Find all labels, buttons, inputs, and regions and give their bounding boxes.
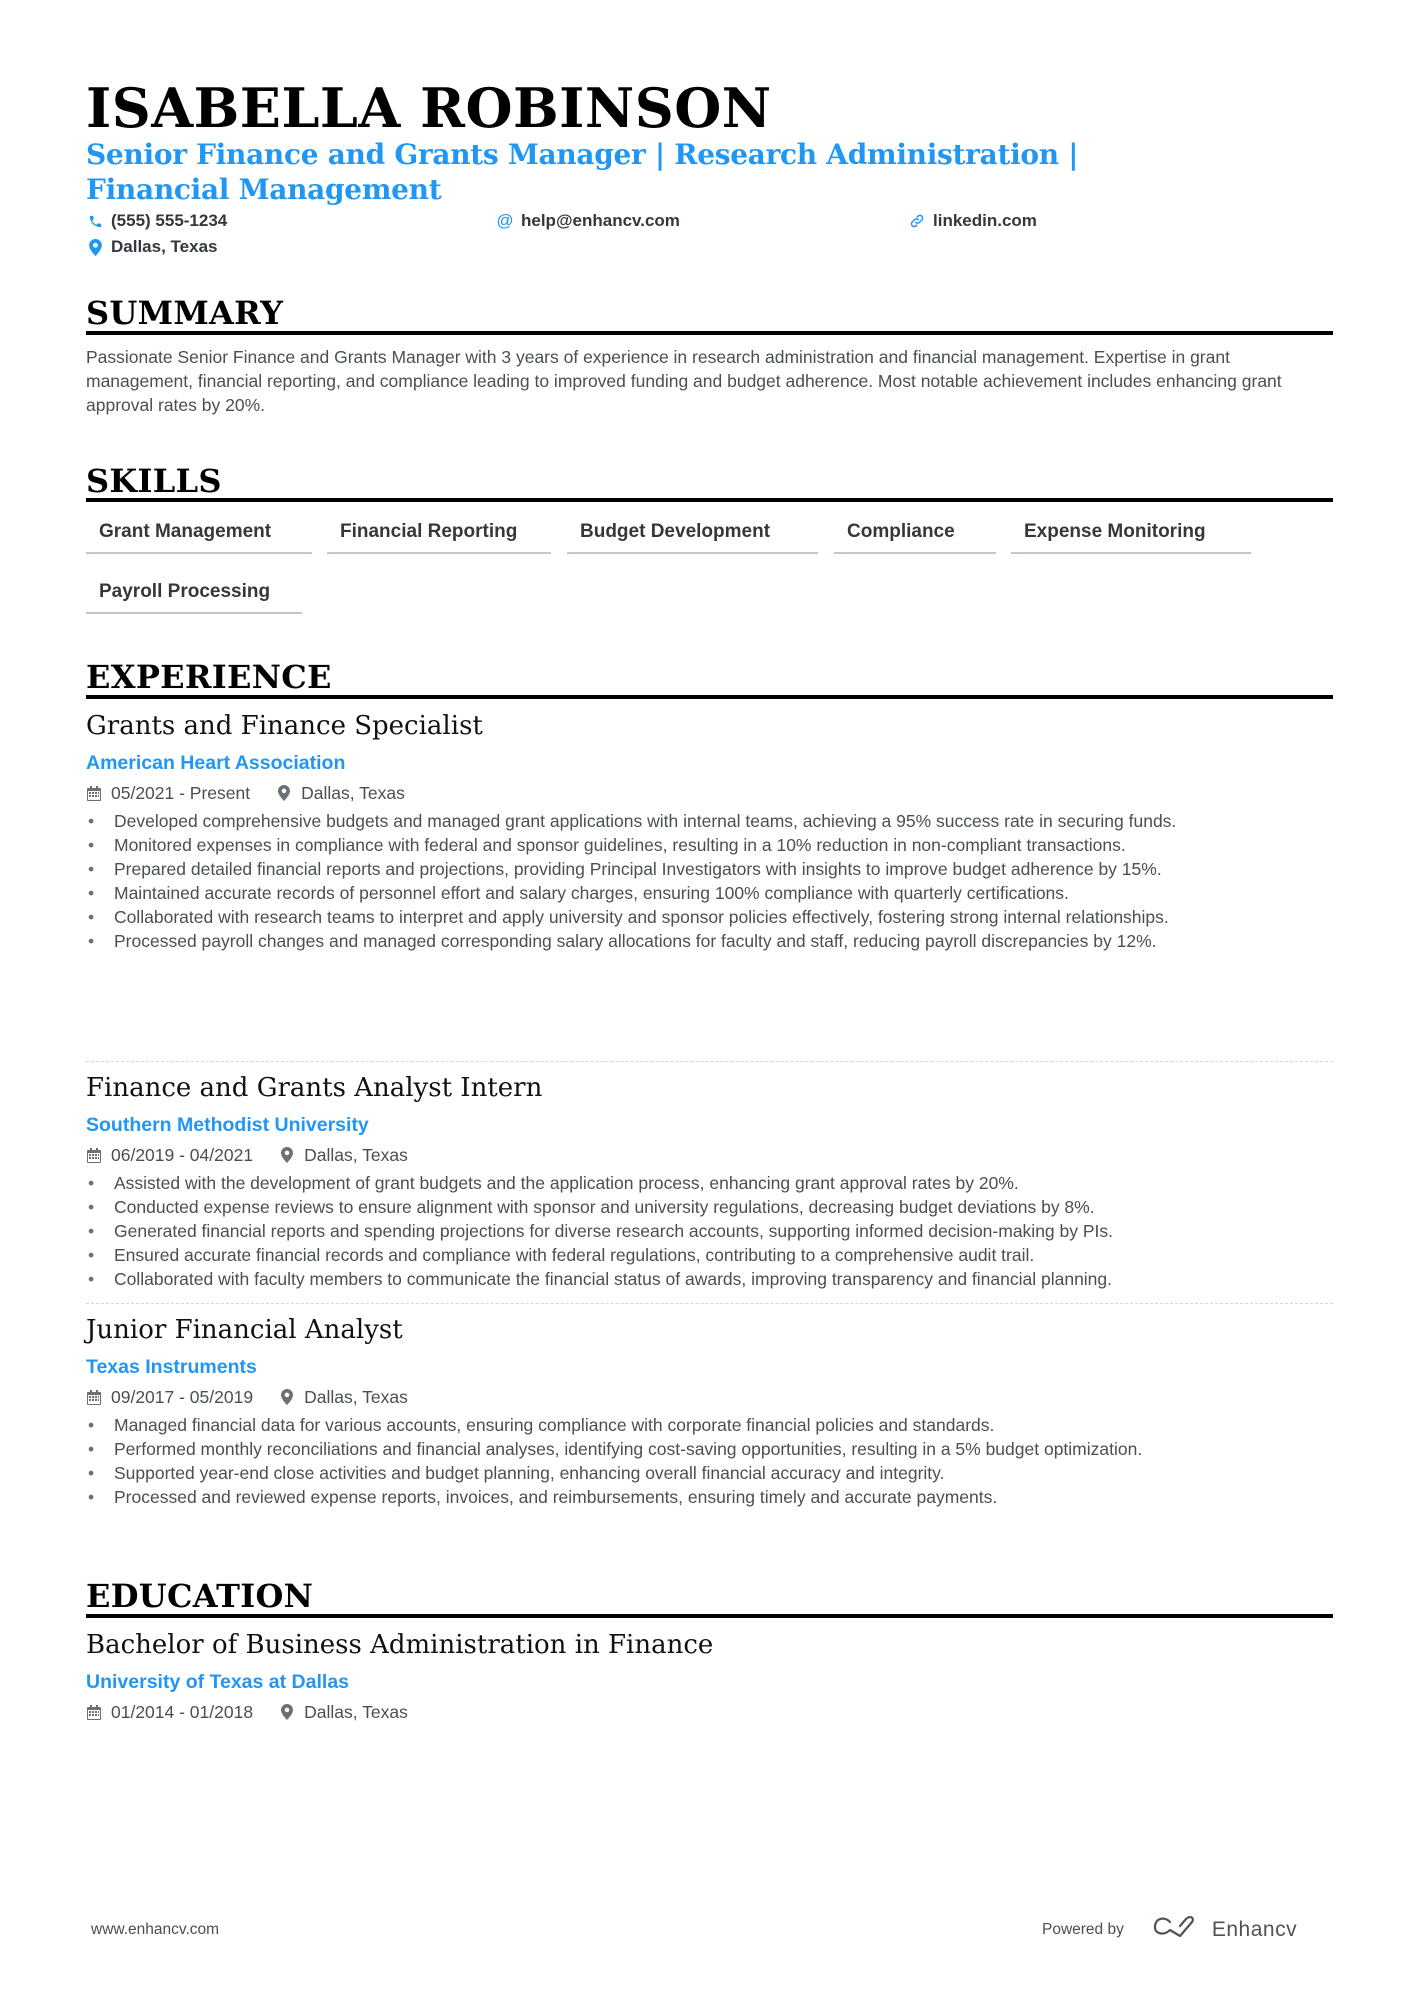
- job-meta: 06/2019 - 04/2021 Dallas, Texas: [86, 1143, 408, 1167]
- bullet-item: Processed and reviewed expense reports, …: [86, 1485, 1333, 1509]
- calendar-icon: [86, 1146, 102, 1164]
- candidate-name: ISABELLA ROBINSON: [86, 76, 772, 140]
- bullet-item: Ensured accurate financial records and c…: [86, 1243, 1333, 1267]
- summary-divider: [86, 331, 1333, 335]
- map-pin-icon: [279, 1388, 295, 1406]
- bullet-item: Performed monthly reconciliations and fi…: [86, 1437, 1333, 1461]
- email-text: help@enhancv.com: [521, 211, 680, 230]
- link-icon: [908, 212, 926, 230]
- enhancv-logo-icon: [1152, 1914, 1200, 1945]
- company-name[interactable]: American Heart Association: [86, 750, 345, 776]
- contact-linkedin[interactable]: linkedin.com: [908, 209, 1037, 233]
- location-text: Dallas, Texas: [111, 237, 218, 256]
- job-meta: 09/2017 - 05/2019 Dallas, Texas: [86, 1385, 408, 1409]
- candidate-headline: Senior Finance and Grants Manager | Rese…: [86, 138, 1079, 206]
- map-pin-icon: [279, 1703, 295, 1721]
- degree-title: Bachelor of Business Administration in F…: [86, 1630, 714, 1660]
- bullet-item: Prepared detailed financial reports and …: [86, 857, 1333, 881]
- entry-separator: [86, 1061, 1333, 1062]
- job-dates: 05/2021 - Present: [111, 783, 251, 803]
- bullet-item: Collaborated with faculty members to com…: [86, 1267, 1333, 1291]
- bullet-item: Managed financial data for various accou…: [86, 1413, 1333, 1437]
- bullet-item: Supported year-end close activities and …: [86, 1461, 1333, 1485]
- bullet-item: Developed comprehensive budgets and mana…: [86, 809, 1333, 833]
- footer-website[interactable]: www.enhancv.com: [91, 1921, 219, 1939]
- map-pin-icon: [276, 784, 292, 802]
- contact-location: Dallas, Texas: [86, 235, 217, 259]
- bullet-item: Generated financial reports and spending…: [86, 1219, 1333, 1243]
- experience-heading: EXPERIENCE: [86, 658, 332, 696]
- company-name[interactable]: Texas Instruments: [86, 1354, 257, 1380]
- skill-tag: Expense Monitoring: [1011, 515, 1251, 554]
- skill-tag: Budget Development: [567, 515, 818, 554]
- map-pin-icon: [86, 238, 104, 256]
- job-location: Dallas, Texas: [304, 1387, 408, 1407]
- skill-tag: Compliance: [834, 515, 996, 554]
- footer-branding[interactable]: Powered by Enhancv: [1042, 1914, 1297, 1945]
- entry-separator: [86, 1303, 1333, 1304]
- job-dates: 06/2019 - 04/2021: [111, 1145, 254, 1165]
- company-name[interactable]: Southern Methodist University: [86, 1112, 369, 1138]
- job-location: Dallas, Texas: [304, 1145, 408, 1165]
- job-meta: 05/2021 - Present Dallas, Texas: [86, 781, 405, 805]
- bullet-item: Collaborated with research teams to inte…: [86, 905, 1333, 929]
- bullet-item: Monitored expenses in compliance with fe…: [86, 833, 1333, 857]
- job-bullets: Assisted with the development of grant b…: [86, 1171, 1333, 1291]
- job-dates: 09/2017 - 05/2019: [111, 1387, 254, 1407]
- education-dates: 01/2014 - 01/2018: [111, 1702, 254, 1722]
- linkedin-text: linkedin.com: [933, 211, 1037, 230]
- job-title: Finance and Grants Analyst Intern: [86, 1073, 543, 1103]
- phone-text: (555) 555-1234: [111, 211, 228, 230]
- powered-by-label: Powered by: [1042, 1920, 1124, 1938]
- job-bullets: Developed comprehensive budgets and mana…: [86, 809, 1333, 953]
- phone-icon: [86, 212, 104, 230]
- school-name[interactable]: University of Texas at Dallas: [86, 1669, 349, 1695]
- job-title: Grants and Finance Specialist: [86, 711, 483, 741]
- education-divider: [86, 1614, 1333, 1618]
- calendar-icon: [86, 784, 102, 802]
- contact-phone[interactable]: (555) 555-1234: [86, 209, 227, 233]
- summary-heading: SUMMARY: [86, 294, 284, 332]
- skill-tag: Payroll Processing: [86, 575, 302, 614]
- at-icon: @: [496, 211, 514, 230]
- contact-email[interactable]: @ help@enhancv.com: [496, 209, 680, 233]
- education-location: Dallas, Texas: [304, 1702, 408, 1722]
- education-meta: 01/2014 - 01/2018 Dallas, Texas: [86, 1700, 408, 1724]
- summary-text: Passionate Senior Finance and Grants Man…: [86, 347, 1282, 415]
- skill-tag: Grant Management: [86, 515, 312, 554]
- bullet-item: Processed payroll changes and managed co…: [86, 929, 1333, 953]
- job-bullets: Managed financial data for various accou…: [86, 1413, 1333, 1509]
- bullet-item: Conducted expense reviews to ensure alig…: [86, 1195, 1333, 1219]
- calendar-icon: [86, 1388, 102, 1406]
- map-pin-icon: [279, 1146, 295, 1164]
- brand-name: Enhancv: [1211, 1917, 1298, 1941]
- job-location: Dallas, Texas: [301, 783, 405, 803]
- skill-tag: Financial Reporting: [327, 515, 551, 554]
- bullet-item: Maintained accurate records of personnel…: [86, 881, 1333, 905]
- skills-divider: [86, 498, 1333, 502]
- education-heading: EDUCATION: [86, 1577, 314, 1615]
- skills-heading: SKILLS: [86, 462, 222, 500]
- calendar-icon: [86, 1703, 102, 1721]
- job-title: Junior Financial Analyst: [86, 1315, 403, 1345]
- bullet-item: Assisted with the development of grant b…: [86, 1171, 1333, 1195]
- experience-divider: [86, 695, 1333, 699]
